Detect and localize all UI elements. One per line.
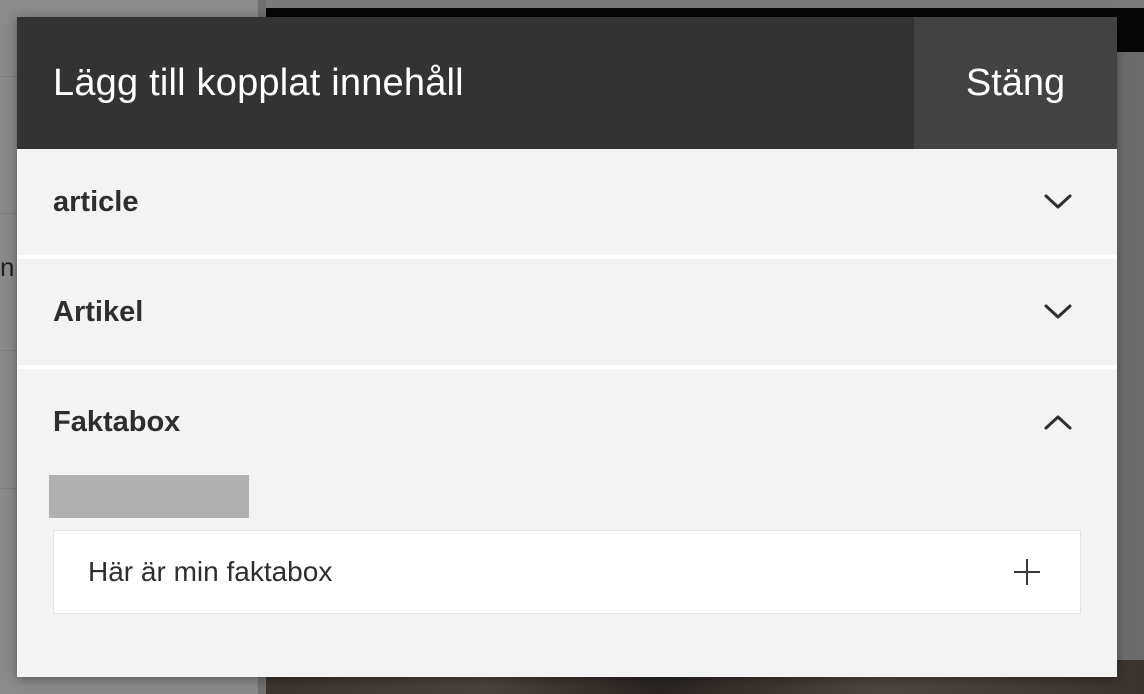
section-title: Artikel: [53, 295, 144, 328]
section-title: Faktabox: [53, 405, 181, 438]
redacted-placeholder: [49, 475, 249, 518]
add-linked-content-dialog: Lägg till kopplat innehåll Stäng article…: [17, 17, 1117, 677]
list-item-label: Här är min faktabox: [88, 556, 333, 587]
section-header-faktabox[interactable]: Faktabox: [17, 369, 1117, 475]
section-article: article: [17, 149, 1117, 255]
chevron-up-icon: [1043, 412, 1073, 432]
section-artikel: Artikel: [17, 255, 1117, 365]
section-header-artikel[interactable]: Artikel: [17, 259, 1117, 365]
background-topbar: [266, 0, 1144, 8]
section-body-faktabox: Här är min faktabox: [17, 475, 1117, 668]
dialog-title: Lägg till kopplat innehåll: [53, 61, 464, 104]
dialog-header: Lägg till kopplat innehåll Stäng: [17, 17, 1117, 149]
section-faktabox: Faktabox Här är min faktabox: [17, 365, 1117, 668]
background-partial-text: n: [0, 252, 15, 282]
close-button[interactable]: Stäng: [914, 17, 1117, 149]
section-title: article: [53, 185, 139, 218]
chevron-down-icon: [1043, 302, 1073, 322]
section-header-article[interactable]: article: [17, 149, 1117, 255]
chevron-down-icon: [1043, 192, 1073, 212]
plus-icon[interactable]: [1014, 559, 1040, 585]
list-item[interactable]: Här är min faktabox: [53, 530, 1081, 614]
